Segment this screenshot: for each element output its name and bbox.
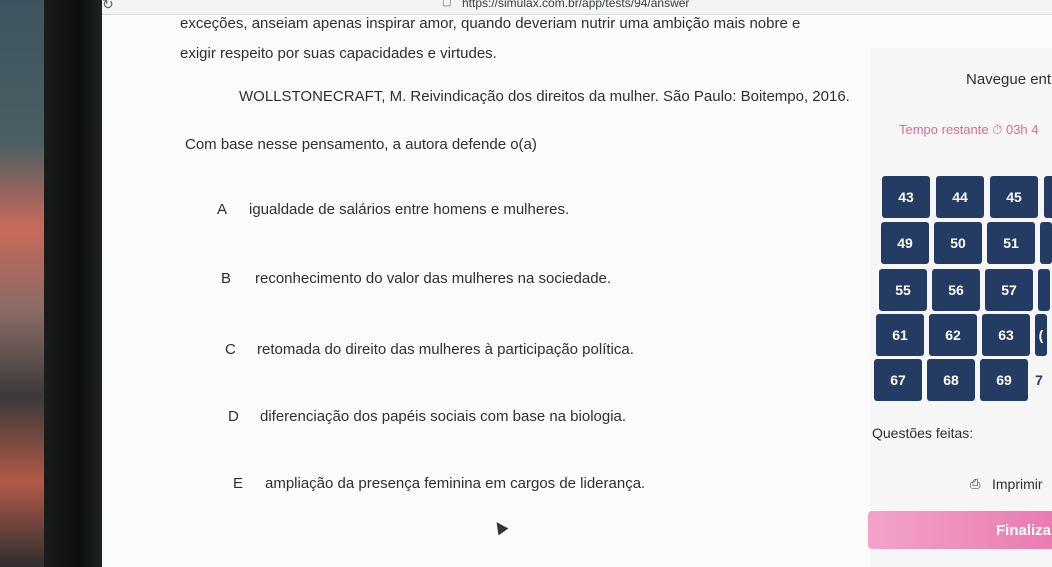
question-next-button[interactable]: ( [1035, 314, 1047, 356]
mouse-cursor-icon [491, 518, 509, 536]
option-letter: C [225, 341, 236, 358]
question-63-button[interactable]: 63 [982, 314, 1030, 356]
option-text: reconhecimento do valor das mulheres na … [255, 270, 612, 287]
question-44-button[interactable]: 44 [936, 176, 984, 218]
question-55-button[interactable]: 55 [879, 269, 927, 311]
option-text: diferenciação dos papéis sociais com bas… [260, 408, 627, 425]
printer-icon: ⎙ [970, 476, 981, 491]
option-letter: B [221, 270, 232, 287]
question-prompt: Com base nesse pensamento, a autora defe… [185, 136, 537, 153]
page-content: exceções, anseiam apenas inspirar amor, … [102, 0, 1052, 567]
question-43-button[interactable]: 43 [882, 176, 930, 218]
question-text-line2: exigir respeito por suas capacidades e v… [180, 45, 497, 62]
answered-label: Questões feitas: [872, 425, 974, 441]
question-57-button[interactable]: 57 [985, 269, 1033, 311]
question-45-button[interactable]: 45 [990, 176, 1038, 218]
background-photo-strip [0, 0, 44, 567]
navigation-title: Navegue ent [966, 71, 1052, 88]
option-text: retomada do direito das mulheres à parti… [257, 341, 634, 358]
question-68-button[interactable]: 68 [927, 359, 975, 401]
option-text: ampliação da presença feminina em cargos… [265, 475, 646, 492]
browser-screen: ← ↻ ▢ https://simulax.com.br/app/tests/9… [102, 0, 1052, 567]
question-69-button[interactable]: 69 [980, 359, 1028, 401]
finish-label: Finalizar [996, 522, 1052, 539]
option-letter: A [217, 201, 228, 218]
option-text: igualdade de salários entre homens e mul… [249, 201, 570, 218]
question-67-button[interactable]: 67 [874, 359, 922, 401]
timer-text: Tempo restante ⏱ 03h 4 [899, 122, 1039, 137]
question-49-button[interactable]: 49 [881, 222, 929, 264]
option-letter: E [233, 475, 244, 492]
question-56-button[interactable]: 56 [932, 269, 980, 311]
question-reference: WOLLSTONECRAFT, M. Reivindicação dos dir… [239, 88, 850, 105]
laptop-bezel [44, 0, 102, 567]
question-61-button[interactable]: 61 [876, 314, 924, 356]
question-next-button[interactable] [1044, 176, 1052, 218]
question-next-button[interactable] [1038, 269, 1050, 311]
finish-button[interactable]: Finalizar [868, 511, 1052, 549]
question-62-button[interactable]: 62 [929, 314, 977, 356]
question-next-button[interactable] [1040, 222, 1052, 264]
question-text-line1: exceções, anseiam apenas inspirar amor, … [180, 15, 801, 32]
question-51-button[interactable]: 51 [987, 222, 1035, 264]
question-next-button[interactable]: 7 [1033, 359, 1045, 401]
question-50-button[interactable]: 50 [934, 222, 982, 264]
print-label: Imprimir [992, 476, 1043, 492]
option-letter: D [228, 408, 239, 425]
